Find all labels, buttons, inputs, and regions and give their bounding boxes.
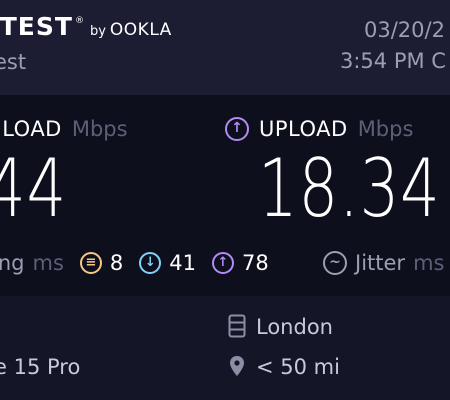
jitter-unit: ms bbox=[413, 251, 445, 275]
download-label-row: NLOAD Mbps bbox=[0, 117, 128, 141]
download-speed-value: 44 bbox=[0, 142, 67, 235]
result-date: 03/20/2 bbox=[364, 18, 445, 42]
jitter-label: Jitter bbox=[355, 251, 406, 275]
ping-row: ing ms ≡ 8 ↓ 41 ↑ 78 bbox=[0, 251, 269, 275]
download-unit: Mbps bbox=[71, 117, 128, 141]
ping-unit: ms bbox=[32, 251, 64, 275]
download-latency-icon: ↓ bbox=[139, 252, 162, 274]
idle-latency-icon: ≡ bbox=[79, 252, 102, 274]
download-label: NLOAD bbox=[0, 117, 62, 141]
brand-wordmark: DTEST bbox=[0, 12, 73, 41]
speedtest-result-screen: DTEST ® by OOKLA est 03/20/2 3:54 PM C N… bbox=[0, 0, 450, 400]
idle-latency-value: 8 bbox=[109, 251, 124, 275]
ookla-logo: OOKLA bbox=[109, 20, 172, 40]
upload-unit: Mbps bbox=[357, 117, 414, 141]
result-header: DTEST ® by OOKLA est 03/20/2 3:54 PM C bbox=[0, 0, 450, 95]
result-time: 3:54 PM C bbox=[340, 49, 446, 73]
upload-arrow-icon: ↑ bbox=[225, 117, 249, 141]
server-icon bbox=[228, 314, 246, 342]
upload-label: UPLOAD bbox=[259, 117, 348, 141]
ping-label: ing bbox=[0, 251, 25, 275]
download-latency: ↓ 41 bbox=[139, 251, 196, 275]
upload-speed-value: 18.34 bbox=[258, 142, 441, 235]
upload-latency: ↑ 78 bbox=[212, 251, 269, 275]
download-latency-value: 41 bbox=[169, 251, 196, 275]
device-name: e 15 Pro bbox=[0, 355, 81, 379]
jitter-wave-icon: ~ bbox=[323, 251, 347, 275]
registered-mark: ® bbox=[74, 16, 84, 26]
location-pin-icon bbox=[229, 355, 245, 381]
idle-latency: ≡ 8 bbox=[79, 251, 124, 275]
upload-latency-icon: ↑ bbox=[212, 252, 234, 274]
server-location: London bbox=[256, 315, 333, 339]
upload-latency-value: 78 bbox=[242, 251, 269, 275]
upload-label-row: ↑ UPLOAD Mbps bbox=[225, 117, 413, 141]
jitter-row: ~ Jitter ms bbox=[323, 251, 444, 275]
speedtest-logo: DTEST ® by OOKLA bbox=[0, 12, 172, 41]
result-subtitle: est bbox=[0, 50, 27, 74]
brand-by-text: by bbox=[89, 24, 106, 39]
server-distance: < 50 mi bbox=[256, 355, 340, 379]
